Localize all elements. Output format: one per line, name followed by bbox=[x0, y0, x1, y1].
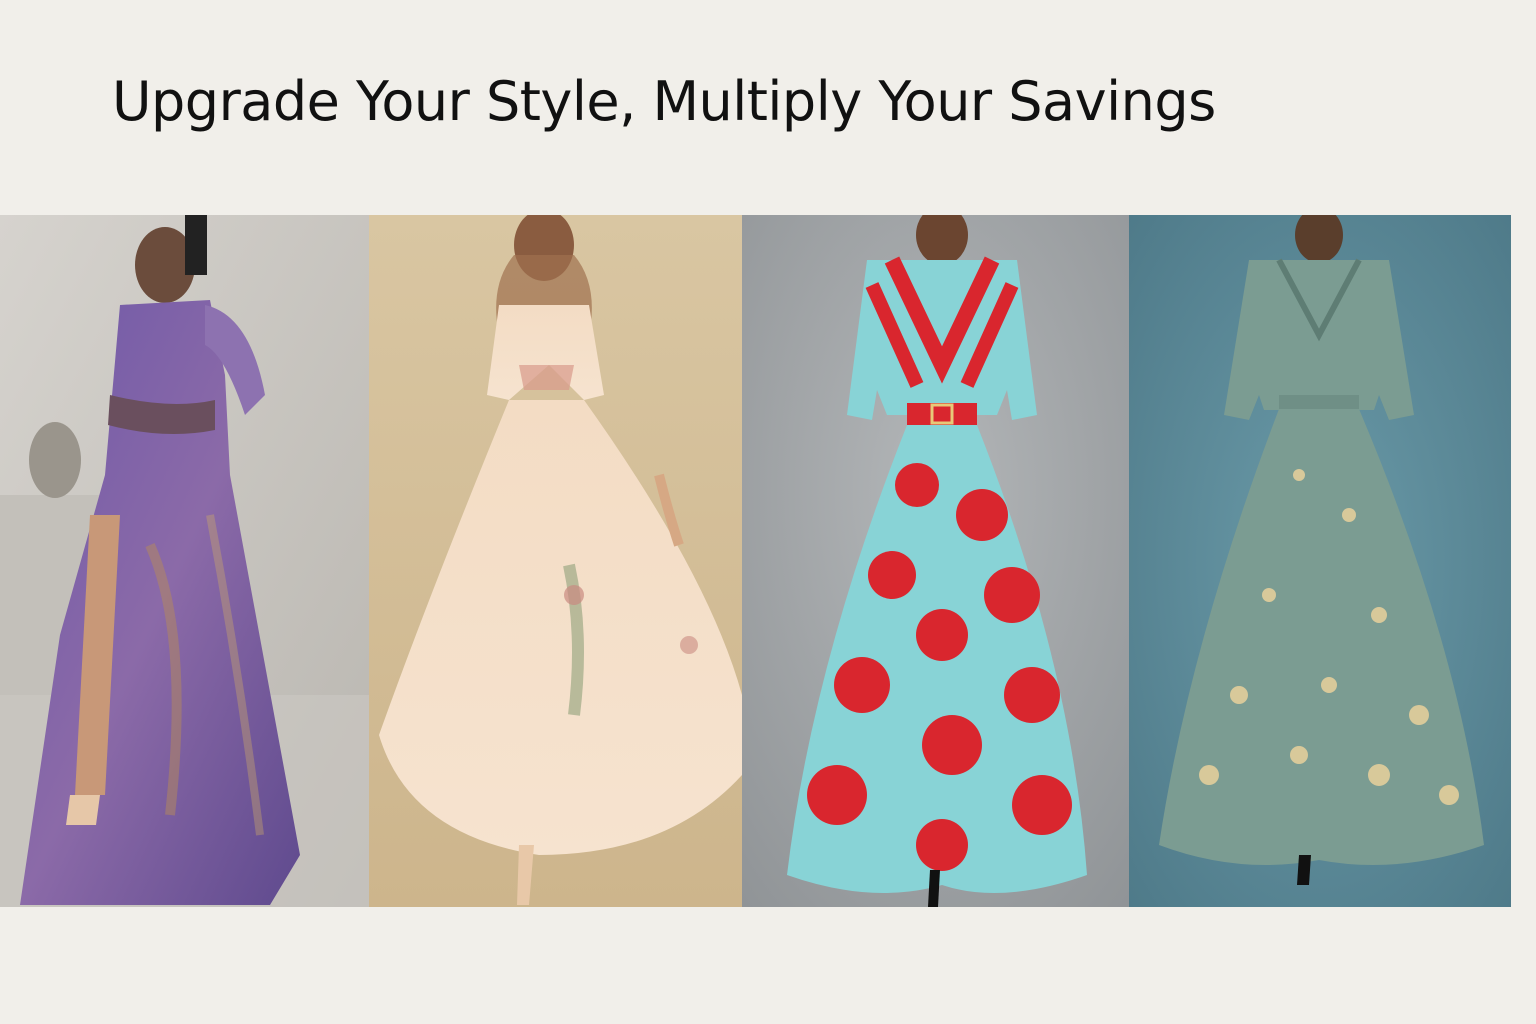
dress-gallery bbox=[0, 215, 1511, 907]
promo-banner: Upgrade Your Style, Multiply Your Saving… bbox=[0, 0, 1536, 1024]
turquoise-dress-image bbox=[742, 215, 1129, 907]
sage-dress-image bbox=[1129, 215, 1511, 907]
headline: Upgrade Your Style, Multiply Your Saving… bbox=[112, 70, 1216, 133]
dress-tile-blush[interactable] bbox=[369, 215, 742, 907]
purple-gown-image bbox=[0, 215, 369, 907]
blush-dress-image bbox=[369, 215, 742, 907]
dress-tile-sage[interactable] bbox=[1129, 215, 1511, 907]
dress-tile-purple[interactable] bbox=[0, 215, 369, 907]
dress-tile-turquoise[interactable] bbox=[742, 215, 1129, 907]
